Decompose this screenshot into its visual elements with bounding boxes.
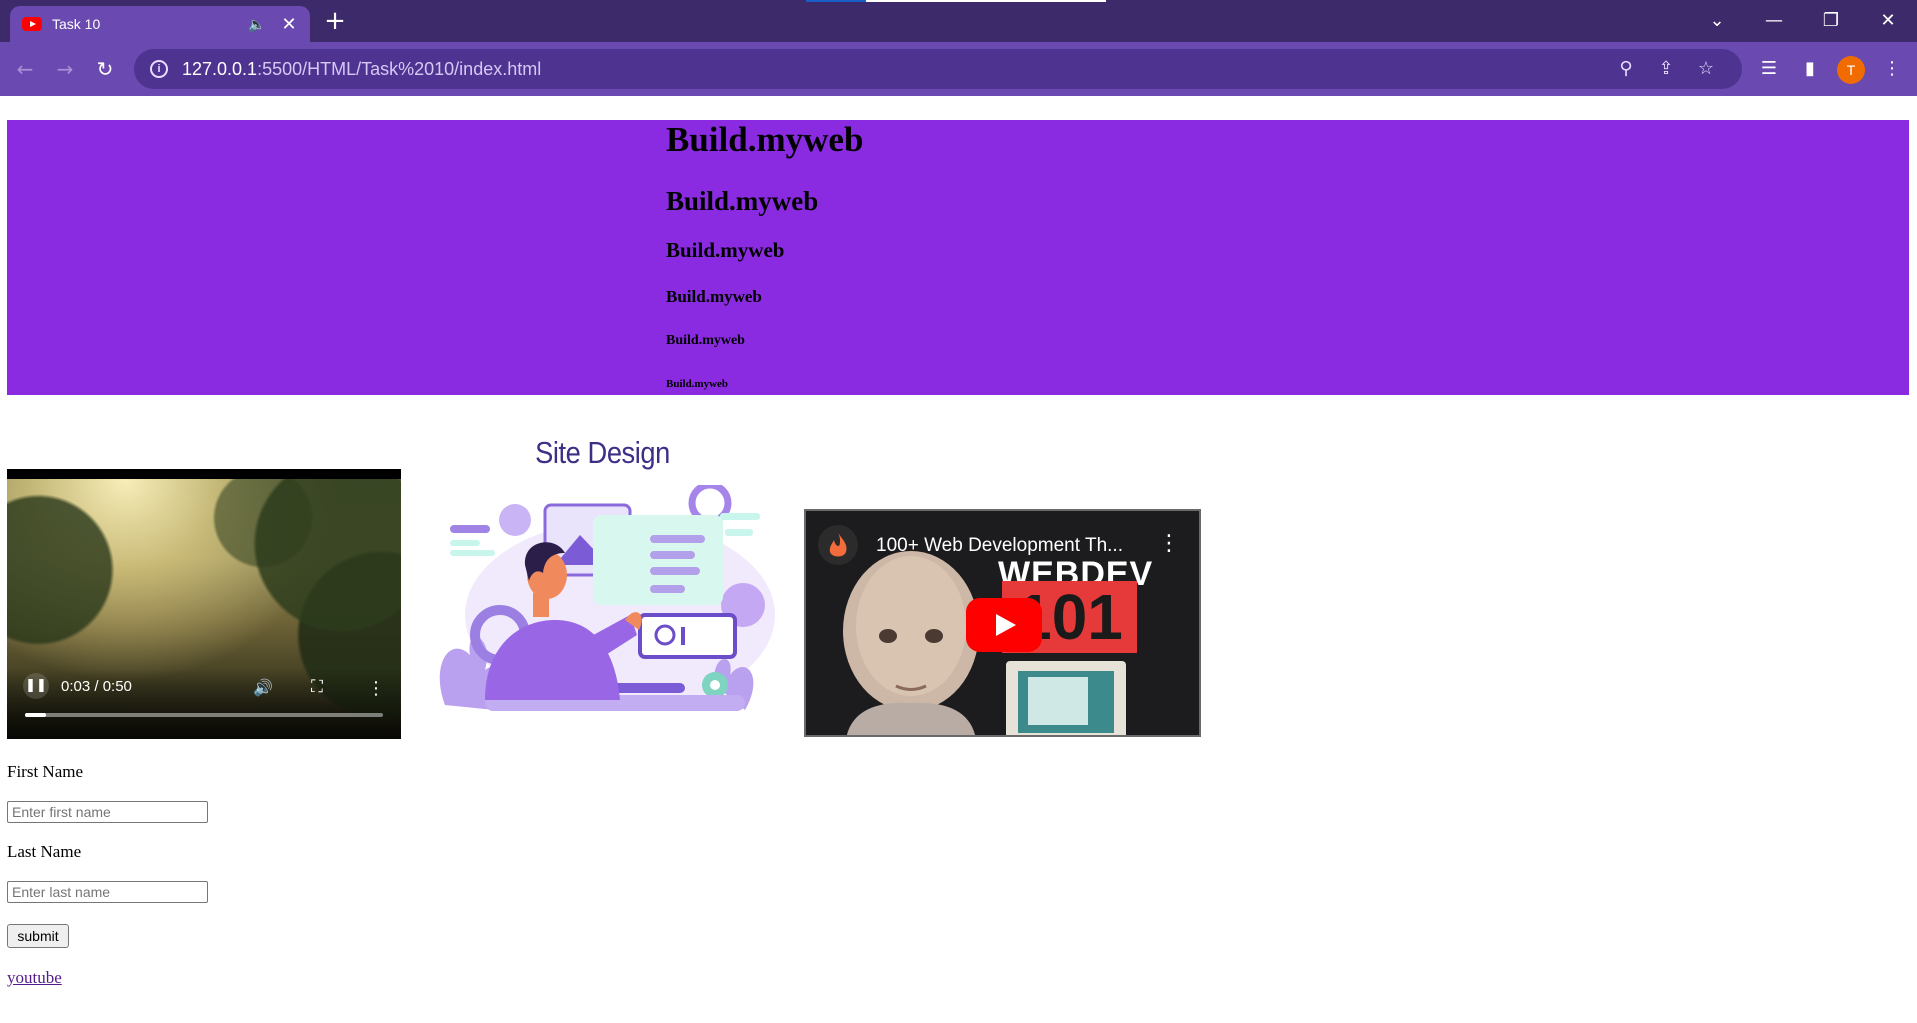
youtube-play-button[interactable] bbox=[966, 598, 1042, 652]
youtube-favicon-icon bbox=[22, 17, 42, 31]
tab-mute-icon[interactable]: 🔈 bbox=[246, 16, 268, 33]
page-viewport: Build.myweb Build.myweb Build.myweb Buil… bbox=[0, 96, 1917, 1023]
zoom-icon[interactable]: ⚲ bbox=[1606, 49, 1646, 89]
browser-menu-icon[interactable]: ⋮ bbox=[1877, 54, 1907, 84]
tab-strip: Task 10 🔈 ✕ + ⌄ — ❐ ✕ bbox=[0, 0, 1917, 42]
youtube-more-icon[interactable]: ⋮ bbox=[1158, 531, 1180, 556]
submit-button[interactable]: submit bbox=[7, 924, 69, 948]
tab-close-icon[interactable]: ✕ bbox=[280, 14, 298, 35]
fire-icon bbox=[829, 533, 847, 557]
site-design-illustration: Site Design bbox=[425, 435, 780, 725]
url-path: :5500/HTML/Task%2010/index.html bbox=[257, 58, 542, 79]
video-controls: ❚❚ 0:03 / 0:50 🔊 ⛶ ⋮ bbox=[7, 669, 401, 739]
side-panel-icon[interactable]: ▮ bbox=[1795, 54, 1825, 84]
fullscreen-icon[interactable]: ⛶ bbox=[311, 677, 323, 697]
restore-button[interactable]: ❐ bbox=[1811, 6, 1851, 36]
first-name-input[interactable] bbox=[7, 801, 208, 823]
youtube-link[interactable]: youtube bbox=[7, 968, 62, 988]
window-close-button[interactable]: ✕ bbox=[1868, 6, 1908, 36]
minimize-button[interactable]: — bbox=[1754, 6, 1794, 36]
back-button[interactable]: ← bbox=[10, 54, 40, 84]
url-text[interactable]: 127.0.0.1:5500/HTML/Task%2010/index.html bbox=[182, 59, 1606, 80]
youtube-embed[interactable]: WEBDEV 101 100+ Web Development Th... ⋮ bbox=[804, 509, 1201, 737]
tab-title: Task 10 bbox=[52, 16, 101, 32]
heading-h3: Build.myweb bbox=[666, 238, 785, 262]
pause-icon[interactable]: ❚❚ bbox=[23, 673, 49, 699]
illustration-caption: Site Design bbox=[535, 435, 670, 470]
hero-banner: Build.myweb Build.myweb Build.myweb Buil… bbox=[7, 120, 1909, 395]
reload-button[interactable]: ↻ bbox=[90, 54, 120, 84]
volume-icon[interactable]: 🔊 bbox=[253, 678, 273, 697]
youtube-video-title[interactable]: 100+ Web Development Th... bbox=[876, 535, 1123, 557]
video-time: 0:03 / 0:50 bbox=[61, 678, 132, 695]
forward-button[interactable]: → bbox=[50, 54, 80, 84]
last-name-input[interactable] bbox=[7, 881, 208, 903]
profile-avatar[interactable]: T bbox=[1837, 56, 1865, 84]
first-name-label: First Name bbox=[7, 762, 84, 781]
video-player[interactable]: ❚❚ 0:03 / 0:50 🔊 ⛶ ⋮ bbox=[7, 469, 401, 739]
tab-search-dropdown-icon[interactable]: ⌄ bbox=[1697, 6, 1737, 36]
video-more-icon[interactable]: ⋮ bbox=[367, 678, 385, 699]
web-designer-illustration bbox=[439, 485, 775, 711]
heading-h4: Build.myweb bbox=[666, 287, 762, 306]
url-host: 127.0.0.1 bbox=[182, 58, 258, 79]
share-icon[interactable]: ⇪ bbox=[1646, 49, 1686, 89]
site-info-icon[interactable]: i bbox=[150, 60, 168, 78]
tab-loading-indicator bbox=[806, 0, 1106, 2]
heading-h5: Build.myweb bbox=[666, 333, 745, 348]
browser-tab[interactable]: Task 10 🔈 ✕ bbox=[10, 6, 310, 42]
browser-toolbar: ← → ↻ i 127.0.0.1:5500/HTML/Task%2010/in… bbox=[0, 42, 1917, 96]
heading-h2: Build.myweb bbox=[666, 186, 819, 216]
address-bar[interactable]: i 127.0.0.1:5500/HTML/Task%2010/index.ht… bbox=[134, 49, 1742, 89]
new-tab-button[interactable]: + bbox=[322, 8, 348, 34]
video-progress-track[interactable] bbox=[25, 713, 383, 717]
heading-h1: Build.myweb bbox=[666, 120, 864, 159]
video-progress-fill bbox=[25, 713, 47, 717]
channel-avatar[interactable] bbox=[818, 525, 858, 565]
heading-h6: Build.myweb bbox=[666, 378, 729, 390]
bookmark-star-icon[interactable]: ☆ bbox=[1686, 49, 1726, 89]
last-name-label: Last Name bbox=[7, 842, 82, 861]
media-control-icon[interactable]: ☰ bbox=[1754, 54, 1784, 84]
